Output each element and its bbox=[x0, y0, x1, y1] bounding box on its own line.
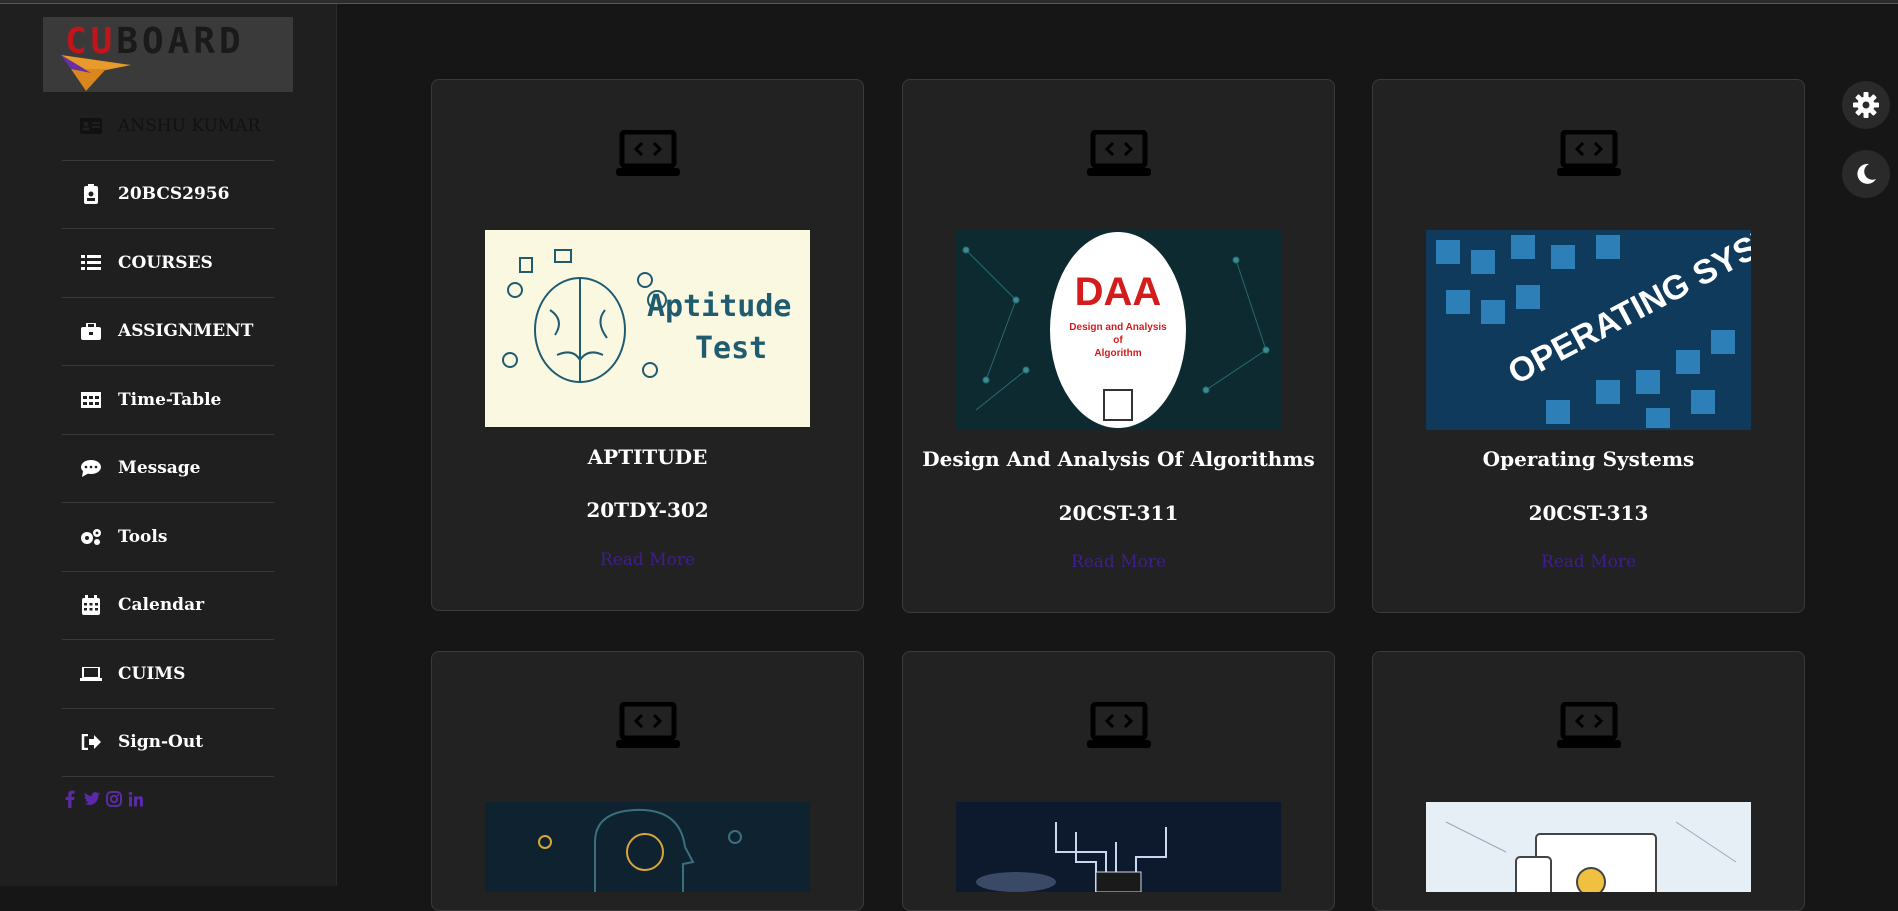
course-grid: Aptitude Test Test APTITUDE 20TDY-302 Re… bbox=[338, 4, 1898, 911]
svg-text:Test: Test bbox=[695, 331, 767, 366]
sidebar-item-label: Calendar bbox=[118, 595, 205, 616]
gears-icon bbox=[80, 527, 102, 547]
course-image: OPERATING SYSTEM bbox=[1426, 230, 1751, 430]
sidebar-item-label: COURSES bbox=[118, 252, 213, 273]
svg-text:of: of bbox=[1113, 335, 1123, 346]
course-code: 20CST-313 bbox=[1528, 501, 1649, 525]
sidebar-item-tools[interactable]: Tools bbox=[62, 503, 274, 572]
sidebar-item-assignment[interactable]: ASSIGNMENT bbox=[62, 298, 274, 366]
id-badge-icon bbox=[80, 184, 102, 205]
course-image: Aptitude Test Test bbox=[485, 230, 810, 427]
read-more-link[interactable]: Read More bbox=[432, 550, 863, 570]
instagram-icon[interactable] bbox=[106, 789, 122, 809]
read-more-link[interactable]: Read More bbox=[903, 552, 1334, 572]
gear-icon bbox=[1853, 92, 1879, 118]
laptop-code-icon bbox=[1087, 702, 1151, 748]
course-image: DAA Design and Analysis of Algorithm bbox=[956, 230, 1281, 430]
course-title: APTITUDE bbox=[587, 445, 708, 469]
sidebar-item-calendar[interactable]: Calendar bbox=[62, 572, 274, 640]
svg-text:Design and Analysis: Design and Analysis bbox=[1069, 322, 1167, 333]
course-image bbox=[485, 802, 810, 892]
sidebar-item-cuims[interactable]: CUIMS bbox=[62, 640, 274, 709]
sign-out-icon bbox=[80, 732, 102, 752]
moon-icon bbox=[1857, 163, 1876, 184]
sidebar-item-user-name[interactable]: ANSHU KUMAR bbox=[62, 92, 274, 161]
social-links bbox=[62, 789, 144, 809]
sidebar-item-label: ANSHU KUMAR bbox=[118, 115, 261, 136]
twitter-icon[interactable] bbox=[84, 789, 100, 809]
course-title: Design And Analysis Of Algorithms bbox=[922, 447, 1315, 471]
sidebar-item-message[interactable]: Message bbox=[62, 435, 274, 503]
course-title: Operating Systems bbox=[1482, 447, 1695, 471]
svg-text:Algorithm: Algorithm bbox=[1094, 348, 1141, 359]
calendar-icon bbox=[80, 595, 102, 616]
sidebar-item-label: Message bbox=[118, 458, 201, 479]
logo-text: CUBOARD bbox=[65, 21, 245, 62]
laptop-code-icon bbox=[616, 130, 680, 176]
sidebar-item-courses[interactable]: COURSES bbox=[62, 229, 274, 298]
briefcase-icon bbox=[80, 321, 102, 341]
image-caption: Aptitude Test bbox=[647, 289, 810, 324]
linkedin-icon[interactable] bbox=[128, 789, 144, 809]
sidebar-item-uid[interactable]: 20BCS2956 bbox=[62, 161, 274, 229]
course-image bbox=[1426, 802, 1751, 892]
course-image bbox=[956, 802, 1281, 892]
sidebar-item-label: ASSIGNMENT bbox=[118, 321, 254, 342]
course-card-daa[interactable]: DAA Design and Analysis of Algorithm Des… bbox=[902, 79, 1335, 613]
sidebar-item-time-table[interactable]: Time-Table bbox=[62, 366, 274, 435]
laptop-code-icon bbox=[1087, 130, 1151, 176]
course-code: 20CST-311 bbox=[1058, 501, 1179, 525]
table-icon bbox=[80, 390, 102, 410]
cuboard-logo[interactable]: CUBOARD bbox=[43, 17, 293, 92]
facebook-icon[interactable] bbox=[62, 789, 78, 809]
sidebar-item-label: Tools bbox=[118, 526, 168, 547]
laptop-code-icon bbox=[1557, 702, 1621, 748]
laptop-code-icon bbox=[616, 702, 680, 748]
theme-toggle-button[interactable] bbox=[1842, 150, 1890, 198]
course-card-operating-systems[interactable]: OPERATING SYSTEM Operating Systems 20CST… bbox=[1372, 79, 1805, 613]
id-card-icon bbox=[80, 116, 102, 136]
sidebar-item-sign-out[interactable]: Sign-Out bbox=[62, 709, 274, 777]
image-caption: OPERATING SYSTEM bbox=[1502, 230, 1751, 392]
settings-button[interactable] bbox=[1842, 81, 1890, 129]
read-more-link[interactable]: Read More bbox=[1373, 552, 1804, 572]
laptop-code-icon bbox=[1557, 130, 1621, 176]
course-card[interactable] bbox=[1372, 651, 1805, 911]
sidebar-item-label: 20BCS2956 bbox=[118, 184, 230, 205]
course-card-aptitude[interactable]: Aptitude Test Test APTITUDE 20TDY-302 Re… bbox=[431, 79, 864, 611]
course-card[interactable] bbox=[902, 651, 1335, 911]
sidebar: CUBOARD ANSHU KUMAR 20BCS2956 COURSES AS… bbox=[0, 4, 337, 886]
sidebar-item-label: Time-Table bbox=[118, 389, 222, 410]
sidebar-item-label: Sign-Out bbox=[118, 732, 204, 753]
image-caption: DAA bbox=[1075, 270, 1162, 314]
laptop-icon bbox=[80, 664, 102, 684]
course-code: 20TDY-302 bbox=[586, 498, 709, 522]
course-card[interactable] bbox=[431, 651, 864, 911]
list-icon bbox=[80, 253, 102, 273]
sidebar-nav: ANSHU KUMAR 20BCS2956 COURSES ASSIGNMENT… bbox=[62, 92, 274, 777]
comment-icon bbox=[80, 458, 102, 478]
sidebar-item-label: CUIMS bbox=[118, 663, 186, 684]
